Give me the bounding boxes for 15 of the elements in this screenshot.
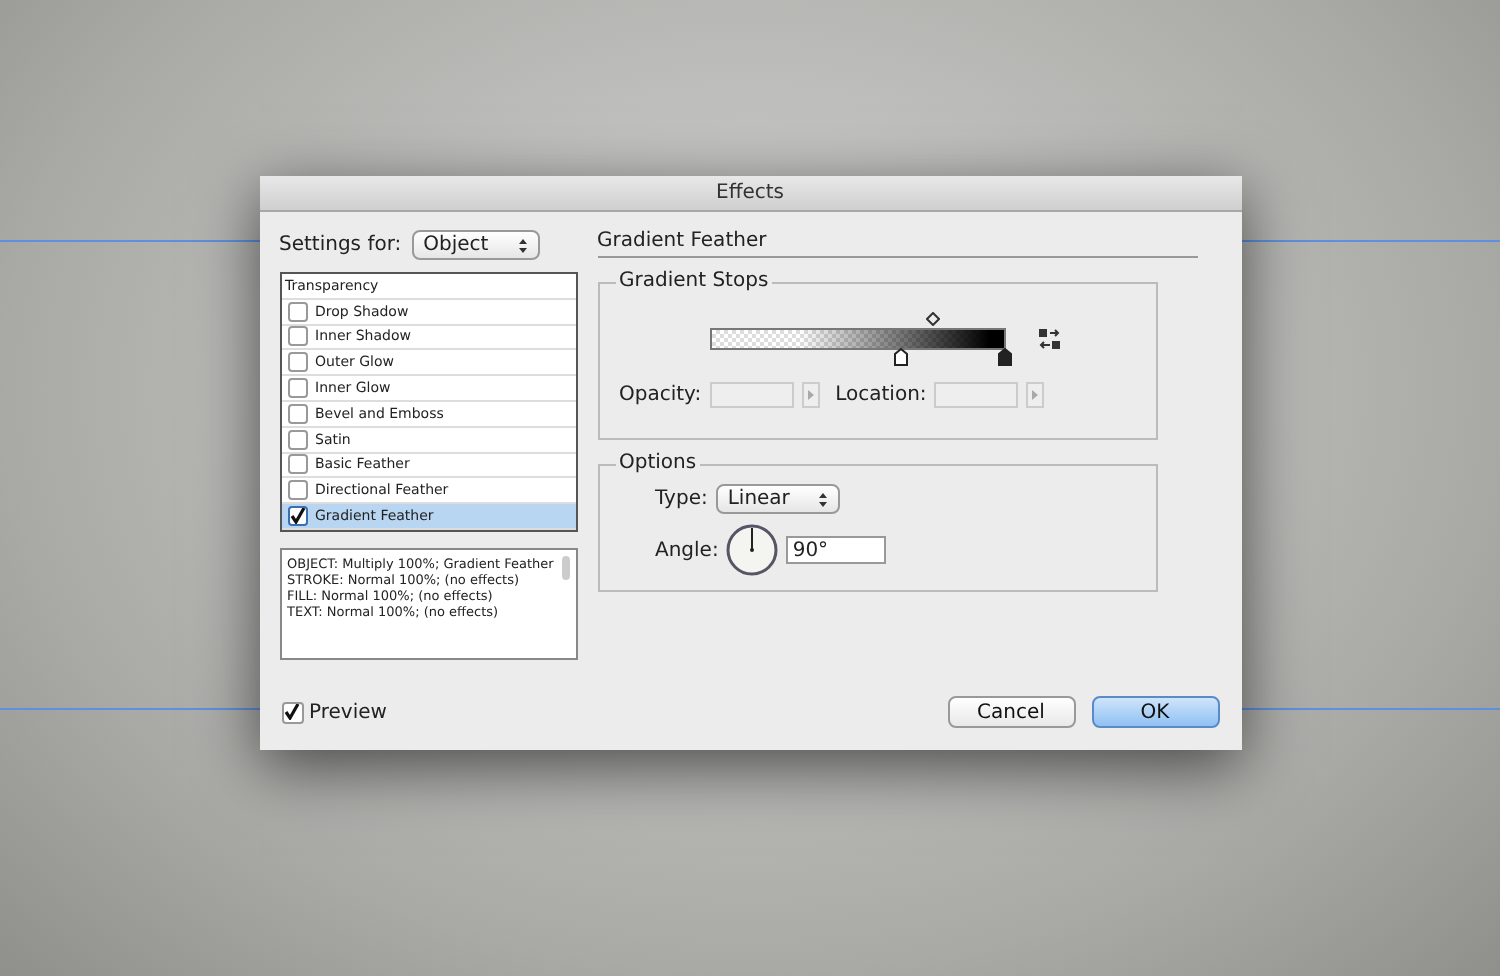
cancel-button[interactable]: Cancel: [947, 696, 1075, 728]
type-label: Type:: [655, 488, 708, 510]
preview-label: Preview: [309, 701, 387, 723]
opacity-label: Opacity:: [619, 384, 702, 406]
ok-button[interactable]: OK: [1091, 696, 1219, 728]
settings-label: Settings for:: [279, 234, 402, 256]
panel-title: Gradient Feather: [597, 230, 1197, 258]
angle-field[interactable]: 90°: [786, 536, 887, 564]
angle-label: Angle:: [655, 539, 719, 561]
location-label: Location:: [835, 384, 927, 406]
group-title: Gradient Stops: [615, 270, 773, 292]
settings-dropdown[interactable]: Object: [411, 230, 540, 260]
type-dropdown[interactable]: Linear: [715, 484, 840, 514]
group-title: Options: [615, 452, 701, 474]
window-title: Effects: [716, 182, 784, 204]
